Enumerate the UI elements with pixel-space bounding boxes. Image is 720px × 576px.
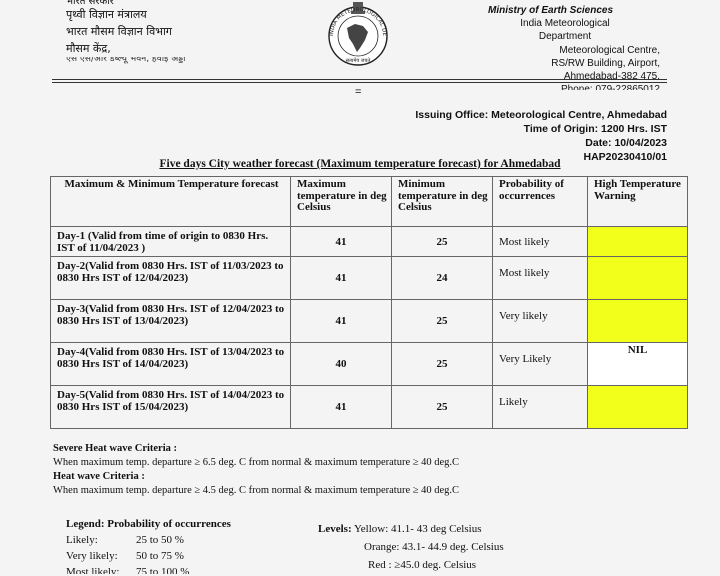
legend-label: Likely: xyxy=(66,534,98,546)
max-temp-cell: 41 xyxy=(290,226,392,257)
max-temp-cell: 40 xyxy=(290,342,392,386)
min-temp-cell: 25 xyxy=(391,226,493,257)
warning-cell xyxy=(587,385,688,429)
header-probability: Probability of occurrences xyxy=(492,176,588,227)
severe-criteria-title: Severe Heat wave Criteria : xyxy=(53,443,178,454)
day-cell: Day-1 (Valid from time of origin to 0830… xyxy=(50,226,291,257)
heat-criteria-text: When maximum temp. departure ≥ 4.5 deg. … xyxy=(53,485,460,496)
day-cell: Day-3(Valid from 0830 Hrs. IST of 12/04/… xyxy=(50,299,291,343)
day-cell: Day-4(Valid from 0830 Hrs. IST of 13/04/… xyxy=(50,342,291,386)
probability-cell: Very likely xyxy=(492,299,588,343)
header-divider-top xyxy=(52,79,667,80)
header-english-phone: Phone: 079-22865012 xyxy=(561,84,660,91)
severe-criteria-text: When maximum temp. departure ≥ 6.5 deg. … xyxy=(53,457,460,468)
warning-cell-nil: NIL xyxy=(587,342,688,386)
legend-item: Likely: 25 to 50 % xyxy=(66,532,231,548)
probability-legend: Legend: Probability of occurrences Likel… xyxy=(66,516,231,574)
min-temp-cell: 25 xyxy=(391,299,493,343)
imd-emblem-icon: INDIA METEOROLOGICAL DEPARTMENT सत्यमेव … xyxy=(302,0,388,66)
table-header-row: Maximum & Minimum Temperature forecast M… xyxy=(50,176,688,227)
header-english: Ministry of Earth Sciences India Meteoro… xyxy=(470,4,660,90)
legend-label: Most likely: xyxy=(66,566,120,574)
probability-cell: Likely xyxy=(492,385,588,429)
table-row: Day-1 (Valid from time of origin to 0830… xyxy=(50,226,688,257)
heatwave-criteria: Severe Heat wave Criteria : When maximum… xyxy=(53,442,459,498)
header-hindi: भारत सरकार पृथ्वी विज्ञान मंत्रालय भारत … xyxy=(66,0,185,64)
min-temp-cell: 25 xyxy=(391,342,493,386)
levels-title: Levels: xyxy=(318,523,352,535)
header-hindi-line1: पृथ्वी विज्ञान मंत्रालय xyxy=(66,8,147,21)
emblem-motto: सत्यमेव जयते xyxy=(346,57,371,64)
header-english-line2: Department xyxy=(538,31,592,43)
issue-date: Date: 10/04/2023 xyxy=(585,137,667,149)
header-min-temp: Minimum temperature in deg Celsius xyxy=(391,176,493,227)
issuing-block: Issuing Office: Meteorological Centre, A… xyxy=(415,108,667,164)
level-orange: Orange: 43.1- 44.9 deg. Celsius xyxy=(364,541,504,553)
table-row: Day-4(Valid from 0830 Hrs. IST of 13/04/… xyxy=(50,342,688,386)
header-english-line4: RS/RW Building, Airport, xyxy=(551,57,660,69)
legend-range: 50 to 75 % xyxy=(136,550,184,562)
time-of-origin: Time of Origin: 1200 Hrs. IST xyxy=(523,123,667,135)
forecast-title: Five days City weather forecast (Maximum… xyxy=(159,158,561,170)
legend-range: 25 to 50 % xyxy=(136,534,184,546)
header-hindi-line4: एस एस/आर डब्ल्यू भवन, हवाई अड्डा xyxy=(66,57,186,64)
legend-item: Very likely: 50 to 75 % xyxy=(66,548,231,564)
legend-range: 75 to 100 % xyxy=(136,566,190,574)
probability-cell: Most likely xyxy=(492,226,588,257)
level-red: Red : ≥45.0 deg. Celsius xyxy=(368,559,477,571)
max-temp-cell: 41 xyxy=(290,299,392,343)
probability-cell: Most likely xyxy=(492,256,588,300)
max-temp-cell: 41 xyxy=(290,256,392,300)
min-temp-cell: 25 xyxy=(391,385,493,429)
header-english-line1: India Meteorological xyxy=(520,18,610,30)
min-temp-cell: 24 xyxy=(391,256,493,300)
imd-emblem: INDIA METEOROLOGICAL DEPARTMENT सत्यमेव … xyxy=(302,0,411,66)
probability-cell: Very Likely xyxy=(492,342,588,386)
warning-cell xyxy=(587,256,688,300)
table-row: Day-3(Valid from 0830 Hrs. IST of 12/04/… xyxy=(50,299,688,343)
header-max-temp: Maximum temperature in deg Celsius xyxy=(290,176,392,227)
heat-criteria-title: Heat wave Criteria : xyxy=(53,471,145,482)
header-forecast: Maximum & Minimum Temperature forecast xyxy=(50,176,291,227)
ministry-name: Ministry of Earth Sciences xyxy=(488,5,614,16)
header-hindi-line3: मौसम केंद्र, xyxy=(66,42,111,55)
table-row: Day-2(Valid from 0830 Hrs. IST of 11/03/… xyxy=(50,256,688,300)
header-divider-bottom xyxy=(52,82,667,83)
header-warning: High Temperature Warning xyxy=(587,176,688,227)
day-cell: Day-2(Valid from 0830 Hrs. IST of 11/03/… xyxy=(50,256,291,300)
day-cell: Day-5(Valid from 0830 Hrs. IST of 14/04/… xyxy=(50,385,291,429)
warning-cell xyxy=(587,226,688,257)
legend-item: Most likely: 75 to 100 % xyxy=(66,564,231,574)
separator-mark: = xyxy=(355,86,362,98)
header-english-line3: Meteorological Centre, xyxy=(559,44,660,56)
level-yellow: Yellow: 41.1- 43 deg Celsius xyxy=(353,523,482,535)
issuing-office: Issuing Office: Meteorological Centre, A… xyxy=(415,109,667,121)
max-temp-cell: 41 xyxy=(290,385,392,429)
table-row: Day-5(Valid from 0830 Hrs. IST of 14/04/… xyxy=(50,385,688,429)
legend-title: Legend: Probability of occurrences xyxy=(66,518,231,530)
warning-cell xyxy=(587,299,688,343)
forecast-table: Maximum & Minimum Temperature forecast M… xyxy=(50,176,688,429)
temperature-levels: Levels: Yellow: 41.1- 43 deg Celsius Ora… xyxy=(318,520,504,574)
header-hindi-line2: भारत मौसम विज्ञान विभाग xyxy=(66,25,172,38)
legend-label: Very likely: xyxy=(66,550,118,562)
